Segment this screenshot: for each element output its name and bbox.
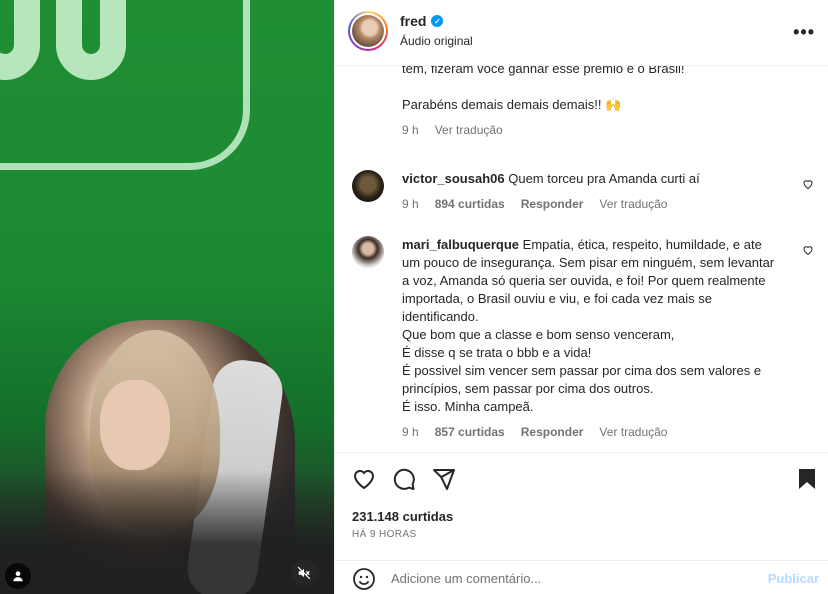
add-comment-bar: Publicar bbox=[335, 560, 828, 594]
commenter-username[interactable]: mari_falbuquerque bbox=[402, 237, 519, 252]
comment-time[interactable]: 9 h bbox=[402, 123, 419, 137]
media-shadow bbox=[0, 470, 334, 594]
post-actions: 231.148 curtidas HÁ 9 HORAS bbox=[335, 452, 828, 552]
comment-likes[interactable]: 857 curtidas bbox=[435, 425, 505, 439]
comment-time[interactable]: 9 h bbox=[402, 197, 419, 211]
caption-text-line: têm, fizeram você ganhar esse prêmio e o… bbox=[402, 66, 685, 76]
comments-list[interactable]: têm, fizeram você ganhar esse prêmio e o… bbox=[335, 66, 828, 452]
comment-icon[interactable] bbox=[392, 467, 416, 491]
publish-button[interactable]: Publicar bbox=[768, 571, 819, 586]
like-comment-icon[interactable] bbox=[802, 244, 814, 256]
comment-input[interactable] bbox=[391, 571, 751, 586]
comment-likes[interactable]: 894 curtidas bbox=[435, 197, 505, 211]
comment-text: Empatia, ética, respeito, humildade, e a… bbox=[402, 237, 775, 414]
post-media[interactable] bbox=[0, 0, 334, 594]
comment-time[interactable]: 9 h bbox=[402, 425, 419, 439]
verified-badge-icon: ✓ bbox=[431, 15, 444, 27]
person-face bbox=[100, 380, 170, 470]
translate-link[interactable]: Ver tradução bbox=[599, 425, 667, 439]
save-icon[interactable] bbox=[795, 467, 819, 491]
like-icon[interactable] bbox=[352, 467, 376, 491]
reply-button[interactable]: Responder bbox=[521, 197, 584, 211]
post-panel: fred ✓ Áudio original ••• têm, fizeram v… bbox=[334, 0, 828, 594]
like-comment-icon[interactable] bbox=[802, 178, 814, 190]
author-username[interactable]: fred bbox=[400, 13, 426, 29]
post-like-count[interactable]: 231.148 curtidas bbox=[352, 509, 453, 524]
commenter-avatar[interactable] bbox=[352, 170, 384, 202]
author-avatar[interactable] bbox=[348, 11, 388, 51]
caption-text-line: Parabéns demais demais demais!! 🙌 bbox=[402, 97, 622, 112]
more-options-icon[interactable]: ••• bbox=[793, 22, 815, 43]
tagged-user-icon[interactable] bbox=[5, 563, 31, 589]
translate-link[interactable]: Ver tradução bbox=[435, 123, 503, 137]
audio-label[interactable]: Áudio original bbox=[400, 34, 473, 48]
background-digit bbox=[56, 0, 126, 80]
emoji-icon[interactable] bbox=[352, 567, 376, 591]
mute-icon[interactable] bbox=[291, 560, 317, 586]
share-icon[interactable] bbox=[432, 467, 456, 491]
commenter-avatar[interactable] bbox=[352, 236, 384, 268]
post-header: fred ✓ Áudio original ••• bbox=[335, 0, 828, 66]
comment-text: Quem torceu pra Amanda curti aí bbox=[508, 171, 700, 186]
commenter-username[interactable]: victor_sousah06 bbox=[402, 171, 505, 186]
reply-button[interactable]: Responder bbox=[521, 425, 584, 439]
translate-link[interactable]: Ver tradução bbox=[599, 197, 667, 211]
caption-comment: têm, fizeram você ganhar esse prêmio e o… bbox=[402, 66, 802, 137]
post-timestamp[interactable]: HÁ 9 HORAS bbox=[352, 529, 417, 540]
